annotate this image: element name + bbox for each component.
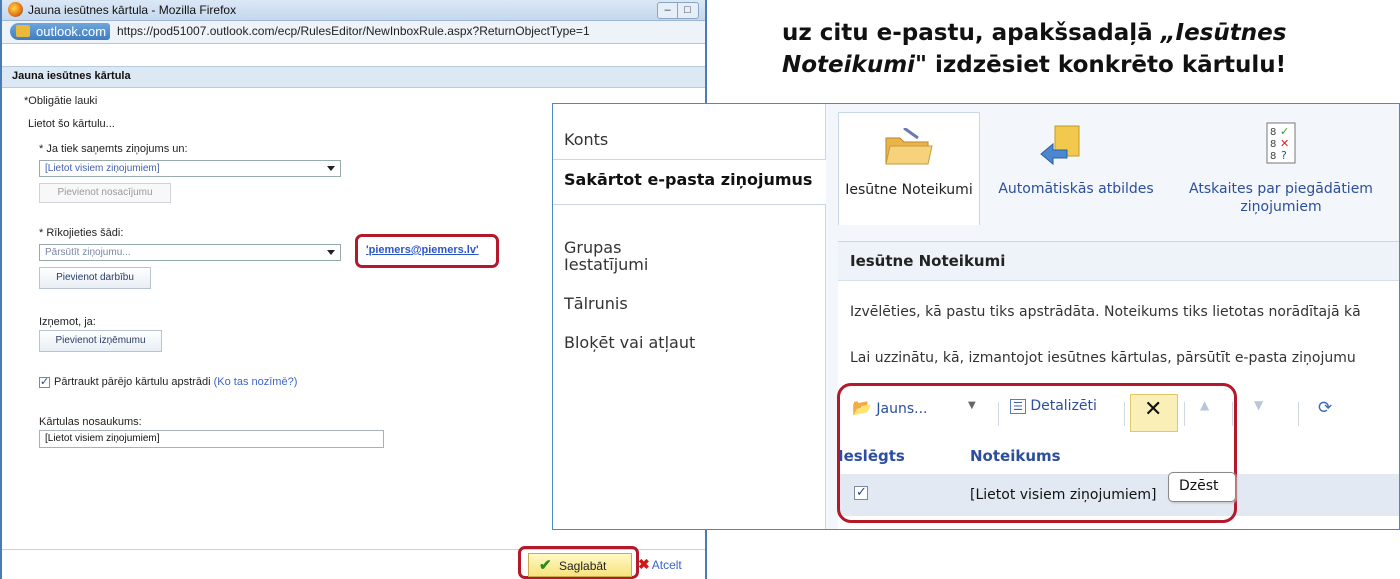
stop-processing-checkbox[interactable] bbox=[39, 375, 50, 388]
tab-auto-replies-label: Automātiskās atbildes bbox=[998, 181, 1154, 197]
move-down-icon[interactable]: ▼ bbox=[1254, 398, 1263, 428]
tab-delivery-reports[interactable]: 8 ✓ 8 ✕ 8 ? Atskaites par piegādātiem zi… bbox=[1176, 112, 1386, 224]
toolbar-separator bbox=[1298, 402, 1299, 426]
maximize-icon[interactable]: □ bbox=[678, 3, 697, 18]
svg-text:8: 8 bbox=[1270, 139, 1276, 150]
nav-item-phone[interactable]: Tālrunis bbox=[564, 294, 628, 313]
rule-name-value: [Lietot visiem ziņojumiem] bbox=[45, 433, 160, 444]
condition-dropdown[interactable]: [Lietot visiem ziņojumiem] bbox=[39, 160, 341, 177]
action-dropdown[interactable]: Pārsūtīt ziņojumu... bbox=[39, 244, 341, 261]
required-fields-note: *Obligātie lauki bbox=[24, 95, 98, 107]
tab-delivery-reports-label: Atskaites par piegādātiem ziņojumiem bbox=[1189, 181, 1373, 215]
what-does-this-mean-link[interactable]: (Ko tas nozīmē?) bbox=[214, 376, 298, 388]
section-description-2: Lai uzzinātu, kā, izmantojot iesūtnes kā… bbox=[850, 350, 1356, 366]
tab-inbox-rules[interactable]: Iesūtne Noteikumi bbox=[838, 112, 980, 225]
apply-rule-label: Lietot šo kārtulu... bbox=[28, 118, 115, 130]
delivery-reports-icon: 8 ✓ 8 ✕ 8 ? bbox=[1266, 122, 1296, 164]
checkmark-icon: ✔ bbox=[539, 557, 552, 574]
svg-text:8: 8 bbox=[1270, 151, 1276, 162]
tooltip-text: Dzēst bbox=[1179, 478, 1219, 494]
chevron-down-icon bbox=[327, 250, 335, 255]
inbox-rules-folder-icon bbox=[885, 128, 933, 165]
red-x-icon: ✖ bbox=[638, 556, 650, 572]
site-identity-badge[interactable]: outlook.com bbox=[10, 23, 111, 40]
rule-name-input[interactable]: [Lietot visiem ziņojumiem] bbox=[39, 430, 384, 448]
save-label: Saglabāt bbox=[559, 559, 607, 573]
svg-text:8: 8 bbox=[1270, 127, 1276, 138]
action-value: Pārsūtīt ziņojumu... bbox=[45, 247, 131, 258]
section-title: Iesūtne Noteikumi bbox=[850, 252, 1006, 270]
nav-item-account[interactable]: Konts bbox=[564, 130, 608, 149]
window-titlebar[interactable]: Jauna iesūtnes kārtula - Mozilla Firefox… bbox=[2, 0, 705, 21]
tab-auto-replies[interactable]: Automātiskās atbildes bbox=[986, 112, 1166, 224]
nav-item-block-allow[interactable]: Bloķēt vai atļaut bbox=[564, 333, 695, 352]
tab-inbox-rules-label: Iesūtne Noteikumi bbox=[845, 182, 973, 198]
rule-name-label: Kārtulas nosaukums: bbox=[39, 416, 142, 428]
save-button[interactable]: ✔ Saglabāt bbox=[528, 553, 632, 577]
add-action-button[interactable]: Pievienot darbību bbox=[39, 267, 151, 289]
window-title: Jauna iesūtnes kārtula - Mozilla Firefox bbox=[28, 3, 237, 17]
section-description-1: Izvēlēties, kā pastu tiks apstrādāta. No… bbox=[850, 304, 1361, 320]
cancel-label: Atcelt bbox=[651, 558, 682, 572]
stop-processing-label: Pārtraukt pārējo kārtulu apstrādi (Ko ta… bbox=[54, 376, 298, 388]
instruction-line-2: Noteikumi" izdzēsiet konkrēto kārtulu! bbox=[782, 52, 1287, 78]
nav-item-settings[interactable]: Iestatījumi bbox=[564, 255, 648, 274]
rule-editor-title: Jauna iesūtnes kārtula bbox=[12, 70, 131, 82]
url-text[interactable]: https://pod51007.outlook.com/ecp/RulesEd… bbox=[117, 24, 590, 38]
site-name: outlook.com bbox=[36, 24, 107, 39]
nav-item-organize-email[interactable]: Sakārtot e-pasta ziņojumus bbox=[564, 170, 812, 189]
section-header: Iesūtne Noteikumi bbox=[838, 242, 1399, 281]
site-favicon-icon bbox=[16, 25, 30, 37]
minimize-icon[interactable]: – bbox=[658, 3, 678, 18]
highlight-toolbar-box bbox=[837, 383, 1237, 523]
options-sidebar: Konts Sakārtot e-pasta ziņojumus Grupas … bbox=[553, 104, 826, 529]
url-bar[interactable]: outlook.com https://pod51007.outlook.com… bbox=[2, 21, 705, 44]
condition-value: [Lietot visiem ziņojumiem] bbox=[45, 163, 160, 174]
auto-replies-icon bbox=[1040, 125, 1080, 166]
chevron-down-icon bbox=[327, 166, 335, 171]
rule-editor-header: Jauna iesūtnes kārtula bbox=[2, 66, 705, 88]
forward-email-link[interactable]: 'piemers@piemers.lv' bbox=[366, 244, 479, 256]
cancel-button[interactable]: ✖ Atcelt bbox=[638, 556, 682, 573]
svg-text:?: ? bbox=[1281, 149, 1287, 162]
add-condition-button[interactable]: Pievienot nosacījumu bbox=[39, 183, 171, 203]
refresh-icon[interactable]: ⟳ bbox=[1318, 398, 1332, 428]
firefox-logo-icon bbox=[8, 2, 23, 17]
window-controls: – □ bbox=[657, 2, 699, 19]
condition-label: * Ja tiek saņemts ziņojums un: bbox=[39, 143, 188, 155]
action-label: * Rīkojieties šādi: bbox=[39, 227, 124, 239]
except-label: Izņemot, ja: bbox=[39, 316, 96, 328]
add-exception-button[interactable]: Pievienot izņēmumu bbox=[39, 330, 162, 352]
instruction-line-1: uz citu e-pastu, apakšsadaļā „Iesūtnes bbox=[782, 20, 1287, 46]
delete-tooltip: Dzēst bbox=[1168, 472, 1236, 502]
